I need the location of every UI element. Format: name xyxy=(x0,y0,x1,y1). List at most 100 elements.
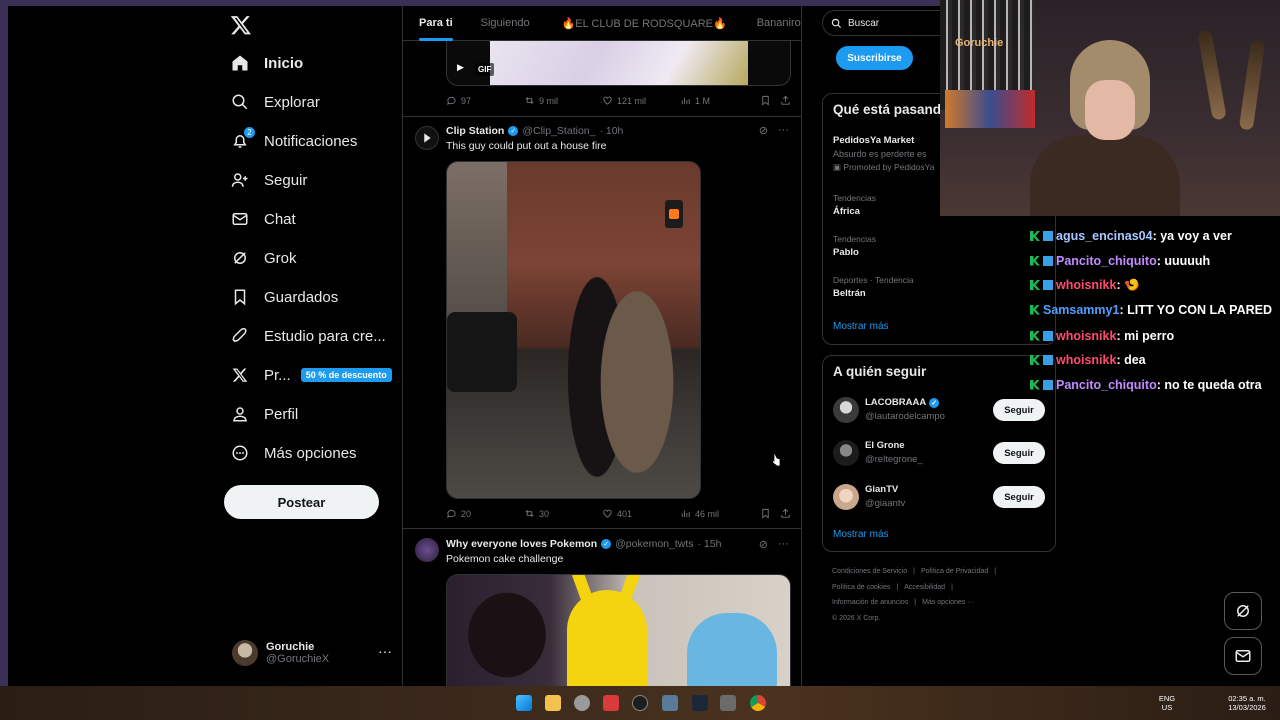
author-handle[interactable]: @pokemon_twts xyxy=(615,538,693,550)
nav-chat[interactable]: Chat xyxy=(230,204,296,234)
tab-club-rodsquare[interactable]: 🔥EL CLUB DE RODSQUARE🔥 xyxy=(562,6,727,40)
repost-button[interactable]: 9 mil xyxy=(524,95,558,106)
chat-text: : uuuuuh xyxy=(1156,253,1211,268)
post-actions: 97 9 mil 121 mil 1 M xyxy=(446,95,793,109)
steam-icon[interactable] xyxy=(692,695,708,711)
follow-button[interactable]: Seguir xyxy=(993,399,1045,421)
x-logo-icon[interactable] xyxy=(230,14,254,38)
footer-link[interactable]: Más opciones ··· xyxy=(922,599,974,606)
file-explorer-icon[interactable] xyxy=(545,695,561,711)
repost-button[interactable]: 30 xyxy=(524,508,549,519)
nav-notifications[interactable]: 2 Notificaciones xyxy=(230,126,357,156)
app-icon[interactable] xyxy=(632,695,648,711)
app-icon[interactable] xyxy=(720,695,736,711)
post-video[interactable] xyxy=(446,574,791,686)
tab-following[interactable]: Siguiendo xyxy=(481,6,530,40)
reply-button[interactable]: 97 xyxy=(446,95,471,106)
nav-creator-studio[interactable]: Estudio para cre... xyxy=(230,321,386,351)
nav-follow[interactable]: Seguir xyxy=(230,165,307,195)
post-actions: 20 30 401 46 mil xyxy=(446,508,793,522)
reply-button[interactable]: 20 xyxy=(446,508,471,519)
more-icon[interactable]: ··· xyxy=(778,538,789,551)
chat-username[interactable]: Pancito_chiquito xyxy=(1056,254,1157,268)
views-button[interactable]: 46 mil xyxy=(680,508,719,519)
chat-message: whoisnikk: 🍤 xyxy=(1030,273,1280,298)
promoted-meta: ▣ Promoted by PedidosYa xyxy=(833,162,935,172)
footer-link[interactable]: Política de cookies xyxy=(832,584,890,591)
footer-link[interactable]: Información de anuncios xyxy=(832,599,908,606)
gif-label: GIF xyxy=(475,63,495,76)
follow-button[interactable]: Seguir xyxy=(993,442,1045,464)
obs-icon[interactable] xyxy=(574,695,590,711)
post-video[interactable] xyxy=(446,161,701,499)
chat-username[interactable]: whoisnikk xyxy=(1056,353,1116,367)
trend-item[interactable]: Tendencias Pablo xyxy=(833,234,876,258)
avatar[interactable] xyxy=(415,126,439,150)
author-name[interactable]: Clip Station xyxy=(446,125,504,137)
grok-float-button[interactable] xyxy=(1224,592,1262,630)
footer-link[interactable]: Condiciones de Servicio xyxy=(832,568,907,575)
show-more-link[interactable]: Mostrar más xyxy=(833,529,889,540)
keyboard-language[interactable]: ENG US xyxy=(1155,694,1179,712)
app-icon[interactable] xyxy=(603,695,619,711)
trends-title: Qué está pasando xyxy=(833,102,950,117)
more-icon[interactable]: ··· xyxy=(778,124,789,137)
verified-icon: ✓ xyxy=(508,126,519,136)
nav-more-options[interactable]: Más opciones xyxy=(230,438,357,468)
nav-premium[interactable]: Pr... 50 % de descuento xyxy=(230,360,392,390)
windows-start-icon[interactable] xyxy=(516,695,532,711)
grok-icon[interactable]: ⊘ xyxy=(759,124,768,137)
chat-username[interactable]: whoisnikk xyxy=(1056,329,1116,343)
heart-icon xyxy=(603,96,612,105)
show-more-link[interactable]: Mostrar más xyxy=(833,321,889,332)
arrow-badge-icon xyxy=(1043,330,1053,341)
share-button[interactable] xyxy=(780,95,791,106)
nav-profile[interactable]: Perfil xyxy=(230,399,298,429)
chat-username[interactable]: whoisnikk xyxy=(1056,278,1116,292)
like-button[interactable]: 401 xyxy=(602,508,632,519)
post-time[interactable]: · 15h xyxy=(698,538,722,550)
tab-bananirou[interactable]: Bananirou xyxy=(757,6,801,40)
home-icon xyxy=(230,53,250,73)
account-switcher[interactable]: Goruchie @GoruchieX ··· xyxy=(232,637,392,669)
promoted-trend[interactable]: PedidosYa Market Absurdo es perderte es … xyxy=(833,135,934,173)
nav-bookmarks[interactable]: Guardados xyxy=(230,282,338,312)
chat-username[interactable]: agus_encinas04 xyxy=(1056,229,1153,243)
follow-button[interactable]: Seguir xyxy=(993,486,1045,508)
app-icon[interactable] xyxy=(662,695,678,711)
follow-suggestion[interactable]: El Grone @reltegrone_ Seguir xyxy=(833,438,1045,468)
follow-name: GianTV xyxy=(865,484,899,495)
chat-username[interactable]: Samsammy1 xyxy=(1043,303,1119,317)
play-icon[interactable]: ▶ xyxy=(457,62,464,73)
nav-grok[interactable]: Grok xyxy=(230,243,297,273)
bookmark-button[interactable] xyxy=(760,95,771,106)
nav-explore[interactable]: Explorar xyxy=(230,87,320,117)
post-button[interactable]: Postear xyxy=(224,485,379,519)
views-button[interactable]: 1 M xyxy=(680,95,710,106)
trend-item[interactable]: Deportes · Tendencia Beltrán xyxy=(833,275,914,299)
chrome-icon[interactable] xyxy=(750,695,766,711)
author-name[interactable]: Why everyone loves Pokemon xyxy=(446,538,597,550)
clock[interactable]: 02:35 a. m. 13/03/2026 xyxy=(1222,694,1272,712)
share-button[interactable] xyxy=(780,508,791,519)
tab-for-you[interactable]: Para ti xyxy=(419,6,453,41)
messages-float-button[interactable] xyxy=(1224,637,1262,675)
trend-item[interactable]: Tendencias África xyxy=(833,193,876,217)
grok-icon[interactable]: ⊘ xyxy=(759,538,768,551)
author-handle[interactable]: @Clip_Station_ xyxy=(522,125,595,137)
gif-media[interactable]: ▶ GIF xyxy=(446,41,791,86)
like-button[interactable]: 121 mil xyxy=(602,95,646,106)
search-icon xyxy=(831,18,842,28)
chat-username[interactable]: Pancito_chiquito xyxy=(1056,378,1157,392)
avatar[interactable] xyxy=(415,538,439,562)
kick-badge-icon xyxy=(1030,231,1040,241)
bookmark-button[interactable] xyxy=(760,508,771,519)
follow-suggestion[interactable]: LACOBRAAA ✓ @lautarodelcampo Seguir xyxy=(833,395,1045,425)
footer-link[interactable]: Accesibilidad xyxy=(904,584,945,591)
follow-suggestion[interactable]: GianTV @giaantv Seguir xyxy=(833,482,1045,512)
post-time[interactable]: · 10h xyxy=(599,125,623,137)
nav-home[interactable]: Inicio xyxy=(230,48,303,78)
footer-link[interactable]: Política de Privacidad xyxy=(921,568,988,575)
subscribe-button[interactable]: Suscribirse xyxy=(836,46,913,70)
more-icon[interactable]: ··· xyxy=(378,643,392,659)
